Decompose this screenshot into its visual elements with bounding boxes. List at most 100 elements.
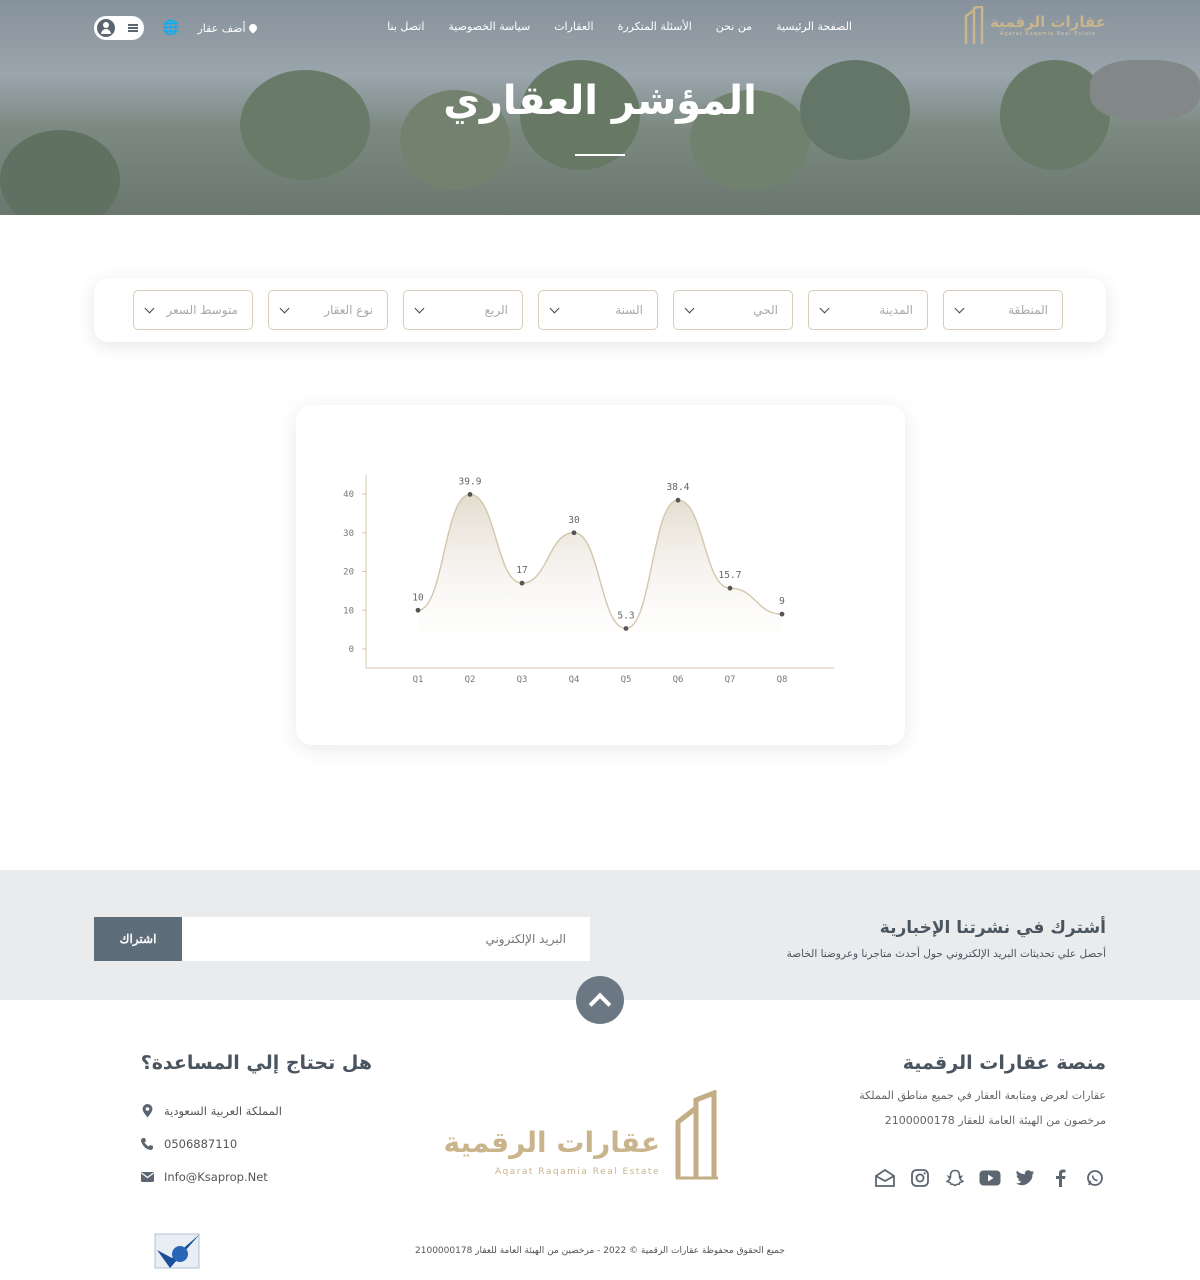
hero-banner: عقارات الرقمية Aqarat Raqamia Real Estat… (0, 0, 1200, 215)
mail-open-icon[interactable] (874, 1167, 896, 1189)
email-input[interactable] (182, 917, 590, 961)
data-point (415, 607, 421, 613)
y-tick-label: 20 (343, 568, 354, 578)
district-select[interactable]: الحي (673, 290, 793, 330)
contact-email[interactable]: Info@Ksaprop.Net (140, 1170, 372, 1184)
phone-text: 0506887110 (164, 1137, 238, 1151)
add-property-link[interactable]: أضف عقار (197, 22, 259, 35)
x-tick-label: Q6 (673, 675, 684, 685)
chevron-up-icon (588, 992, 612, 1016)
user-icon (97, 19, 115, 37)
menu-about[interactable]: من نحن (716, 20, 752, 33)
data-label: 38.4 (667, 482, 690, 493)
data-point (571, 530, 577, 536)
x-tick-label: Q2 (465, 675, 476, 685)
footer-about: منصة عقارات الرقمية عقارات لعرض ومتابعة … (806, 1052, 1106, 1133)
whatsapp-icon[interactable] (1084, 1167, 1106, 1189)
site-logo[interactable]: عقارات الرقمية Aqarat Raqamia Real Estat… (964, 6, 1106, 44)
data-label: 10 (412, 592, 424, 603)
average-price-select[interactable]: متوسط السعر (133, 290, 253, 330)
x-tick-label: Q7 (725, 675, 736, 685)
logo-text: عقارات الرقمية (990, 13, 1106, 31)
y-tick-label: 40 (343, 490, 354, 500)
instagram-icon[interactable] (909, 1167, 931, 1189)
y-tick-label: 10 (343, 606, 354, 616)
newsletter-form: اشتراك (94, 917, 590, 961)
x-tick-label: Q5 (621, 675, 632, 685)
footer-logo-subtitle: Aqarat Raqamia Real Estate (494, 1167, 660, 1177)
data-point (727, 585, 733, 591)
map-pin-icon (140, 1104, 154, 1118)
chevron-down-icon (549, 303, 560, 313)
footer-license-line: مرخصون من الهيئة العامة للعقار 210000017… (884, 1114, 1106, 1127)
city-select[interactable]: المدينة (808, 290, 928, 330)
user-menu-button[interactable] (94, 16, 144, 40)
main-menu: الصفحة الرئيسية من نحن الأسئلة المتكررة … (387, 20, 852, 33)
chart-series (417, 493, 783, 668)
select-label: الحي (753, 303, 778, 317)
chevron-down-icon (954, 303, 965, 313)
hamburger-icon (128, 24, 138, 32)
filter-panel: المنطقة المدينة الحي السنة الربع نوع الع… (94, 278, 1106, 342)
data-label: 17 (516, 565, 527, 576)
help-title: هل تحتاج إلي المساعدة؟ (140, 1052, 372, 1074)
newsletter-title: أشترك في نشرتنا الإخبارية (879, 918, 1106, 938)
data-point (467, 491, 473, 497)
subscribe-button[interactable]: اشتراك (94, 917, 182, 961)
facebook-icon[interactable] (1049, 1167, 1071, 1189)
menu-privacy[interactable]: سياسة الخصوصية (448, 20, 530, 33)
title-divider (575, 154, 625, 156)
scroll-to-top-button[interactable] (576, 976, 624, 1024)
building-logo-icon (964, 6, 984, 44)
region-select[interactable]: المنطقة (943, 290, 1063, 330)
select-label: نوع العقار (324, 303, 373, 317)
data-point (779, 611, 785, 617)
snapchat-icon[interactable] (944, 1167, 966, 1189)
y-tick-label: 30 (343, 529, 354, 539)
globe-icon[interactable]: 🌐 (162, 20, 179, 36)
data-label: 5.3 (617, 610, 634, 621)
price-index-chart-card: 0 10 20 30 40 Q1 Q2 Q3 Q4 Q5 Q6 Q7 Q8 10 39.9 17 30 5.3 3… (296, 405, 905, 745)
address-text: المملكة العربية السعودية (164, 1104, 282, 1118)
menu-home[interactable]: الصفحة الرئيسية (776, 20, 852, 33)
data-label: 39.9 (459, 476, 482, 487)
menu-faq[interactable]: الأسئلة المتكررة (618, 20, 692, 33)
footer-about-text: عقارات لعرض ومتابعة العقار في جميع مناطق… (806, 1083, 1106, 1133)
x-tick-label: Q4 (569, 675, 580, 685)
select-label: السنة (615, 303, 643, 317)
page-title: المؤشر العقاري (443, 78, 757, 124)
select-label: الربع (484, 303, 508, 317)
youtube-icon[interactable] (979, 1167, 1001, 1189)
menu-properties[interactable]: العقارات (554, 20, 593, 33)
logo-subtitle: Aqarat Raqamia Real Estate (1000, 31, 1097, 37)
copyright-text: جميع الحقوق محفوظة عقارات الرقمية © 2022… (415, 1246, 785, 1256)
data-label: 30 (568, 515, 580, 526)
chevron-down-icon (684, 303, 695, 313)
data-label: 9 (779, 596, 785, 607)
nav-actions: 🌐 أضف عقار (94, 16, 259, 40)
footer-about-title: منصة عقارات الرقمية (902, 1052, 1106, 1074)
top-navigation: عقارات الرقمية Aqarat Raqamia Real Estat… (94, 6, 1106, 44)
data-label: 15.7 (719, 570, 742, 581)
footer-logo[interactable]: عقارات الرقمية Aqarat Raqamia Real Estat… (444, 1089, 720, 1182)
twitter-icon[interactable] (1014, 1167, 1036, 1189)
y-tick-label: 0 (349, 645, 354, 655)
social-links (874, 1167, 1106, 1189)
select-label: المنطقة (1008, 303, 1048, 317)
price-index-chart: 0 10 20 30 40 Q1 Q2 Q3 Q4 Q5 Q6 Q7 Q8 10 39.9 17 30 5.3 3… (343, 475, 834, 685)
year-select[interactable]: السنة (538, 290, 658, 330)
data-point (675, 497, 681, 503)
x-tick-label: Q3 (517, 675, 528, 685)
property-type-select[interactable]: نوع العقار (268, 290, 388, 330)
x-tick-label: Q1 (413, 675, 424, 685)
phone-icon (140, 1137, 154, 1151)
contact-address: المملكة العربية السعودية (140, 1104, 372, 1118)
x-tick-label: Q8 (777, 675, 788, 685)
chevron-down-icon (279, 303, 290, 313)
quarter-select[interactable]: الربع (403, 290, 523, 330)
contact-phone[interactable]: 0506887110 (140, 1137, 372, 1151)
email-text: Info@Ksaprop.Net (164, 1170, 268, 1184)
map-pin-icon (246, 22, 259, 34)
menu-contact[interactable]: اتصل بنا (387, 20, 424, 33)
chevron-down-icon (414, 303, 425, 313)
